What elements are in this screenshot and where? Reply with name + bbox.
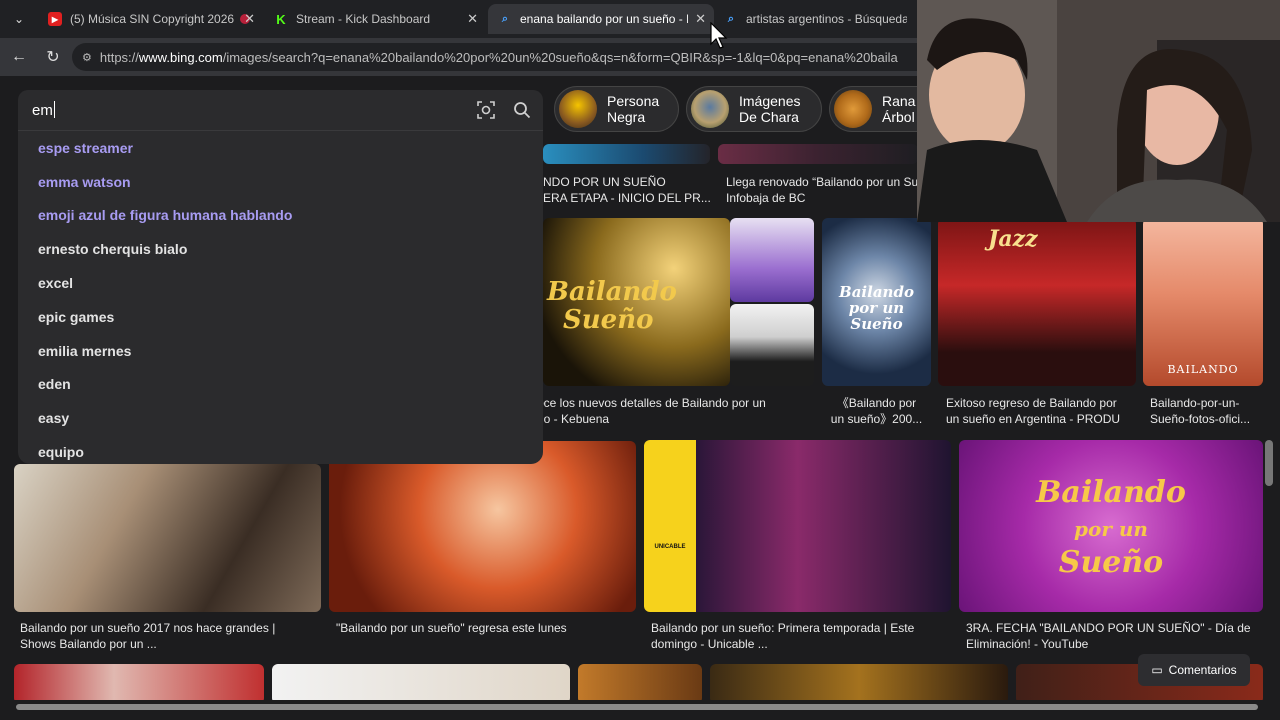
- suggestion-item[interactable]: easy: [18, 401, 543, 435]
- scrollbar-thumb[interactable]: [16, 704, 1258, 710]
- suggestion-item[interactable]: equipo: [18, 435, 543, 469]
- result-image[interactable]: UNICABLE: [644, 440, 951, 612]
- site-info-icon[interactable]: ⚙: [82, 51, 92, 64]
- suggestion-item[interactable]: emoji azul de figura humana hablando: [18, 199, 543, 233]
- tab-bing-2[interactable]: ⌕ artistas argentinos - Búsqueda Imá: [714, 4, 917, 34]
- result-caption[interactable]: "Bailando por un sueño" regresa este lun…: [336, 620, 636, 636]
- youtube-icon: ▶: [48, 12, 62, 26]
- result-image[interactable]: [14, 464, 321, 612]
- mouse-cursor-icon: [710, 22, 728, 49]
- result-caption[interactable]: Bailando-por-un- Sueño-fotos-ofici...: [1150, 395, 1263, 427]
- search-suggestions: espe streamer emma watson emoji azul de …: [18, 130, 543, 464]
- feedback-button[interactable]: ▭ Comentarios: [1138, 654, 1250, 686]
- related-chip-imagenes-de-chara[interactable]: Imágenes De Chara: [686, 86, 822, 132]
- back-arrow-icon[interactable]: ←: [8, 46, 30, 68]
- url-field[interactable]: ⚙ https://www.bing.com/images/search?q=e…: [72, 43, 932, 71]
- chip-thumbnail: [834, 90, 872, 128]
- result-image[interactable]: BAILANDO: [1143, 218, 1263, 386]
- result-image[interactable]: Bailando por un Sueño: [959, 440, 1263, 612]
- comment-icon: ▭: [1151, 663, 1163, 677]
- tab-youtube[interactable]: ▶ (5) Música SIN Copyright 2026 ✕: [38, 4, 263, 34]
- reload-icon[interactable]: ↻: [42, 46, 64, 68]
- suggestion-item[interactable]: ernesto cherquis bialo: [18, 232, 543, 266]
- tab-search-chevron-icon[interactable]: ⌄: [8, 8, 30, 30]
- tab-kick[interactable]: K Stream - Kick Dashboard ✕: [264, 4, 486, 34]
- result-caption[interactable]: 3RA. FECHA "BAILANDO POR UN SUEÑO" - Día…: [966, 620, 1266, 652]
- suggestion-item[interactable]: emma watson: [18, 165, 543, 199]
- result-image[interactable]: [578, 664, 702, 704]
- webcam-feed: [917, 0, 1280, 222]
- result-caption[interactable]: Bailando por un sueño 2017 nos hace gran…: [20, 620, 320, 652]
- close-tab-icon[interactable]: ✕: [695, 11, 706, 27]
- suggestion-item[interactable]: emilia mernes: [18, 334, 543, 368]
- vertical-scrollbar[interactable]: [1265, 440, 1273, 486]
- close-tab-icon[interactable]: ✕: [467, 11, 478, 27]
- suggestion-item[interactable]: eden: [18, 368, 543, 402]
- result-caption[interactable]: Llega renovado “Bailando por un Su Infoba…: [726, 174, 918, 206]
- visual-search-icon[interactable]: [476, 100, 496, 120]
- result-image[interactable]: Bailando por un Sueño: [822, 218, 931, 386]
- result-caption[interactable]: Exitoso regreso de Bailando por un sueño …: [946, 395, 1136, 427]
- suggestion-item[interactable]: espe streamer: [18, 131, 543, 165]
- chip-thumbnail: [559, 90, 597, 128]
- close-tab-icon[interactable]: ✕: [244, 11, 255, 27]
- search-icon[interactable]: [512, 100, 532, 120]
- result-image[interactable]: Bailando Sueño: [543, 218, 730, 386]
- tab-bing-active[interactable]: ⌕ enana bailando por un sueño - Bú ✕: [488, 4, 714, 34]
- result-image[interactable]: [710, 664, 1008, 704]
- result-image[interactable]: Jazz: [938, 218, 1136, 386]
- horizontal-scrollbar[interactable]: [0, 700, 1280, 714]
- browser-window: { "tabs": [ {"title": "(5) Música SIN Co…: [0, 0, 1280, 720]
- suggestion-item[interactable]: epic games: [18, 300, 543, 334]
- suggestion-item[interactable]: excel: [18, 266, 543, 300]
- result-image[interactable]: [543, 144, 710, 164]
- webcam-overlay: [917, 0, 1280, 222]
- result-image[interactable]: [730, 304, 814, 386]
- result-caption[interactable]: 《Bailando por un sueño》200...: [822, 395, 931, 427]
- related-chip-persona-negra[interactable]: Persona Negra: [554, 86, 679, 132]
- result-image[interactable]: [272, 664, 570, 704]
- result-image[interactable]: [730, 218, 814, 302]
- search-input[interactable]: em: [18, 90, 543, 130]
- result-image[interactable]: [718, 144, 918, 164]
- search-icon: ⌕: [501, 12, 509, 25]
- result-caption[interactable]: NDO POR UN SUEÑO ERA ETAPA - INICIO DEL P…: [543, 174, 713, 206]
- result-image[interactable]: [14, 664, 264, 704]
- related-chip-rana-arbol[interactable]: Rana Árbol: [829, 86, 929, 132]
- kick-icon: K: [276, 11, 286, 27]
- result-caption[interactable]: oce los nuevos detalles de Bailando por …: [537, 395, 817, 427]
- chip-thumbnail: [691, 90, 729, 128]
- result-caption[interactable]: Bailando por un sueño: Primera temporada…: [651, 620, 951, 652]
